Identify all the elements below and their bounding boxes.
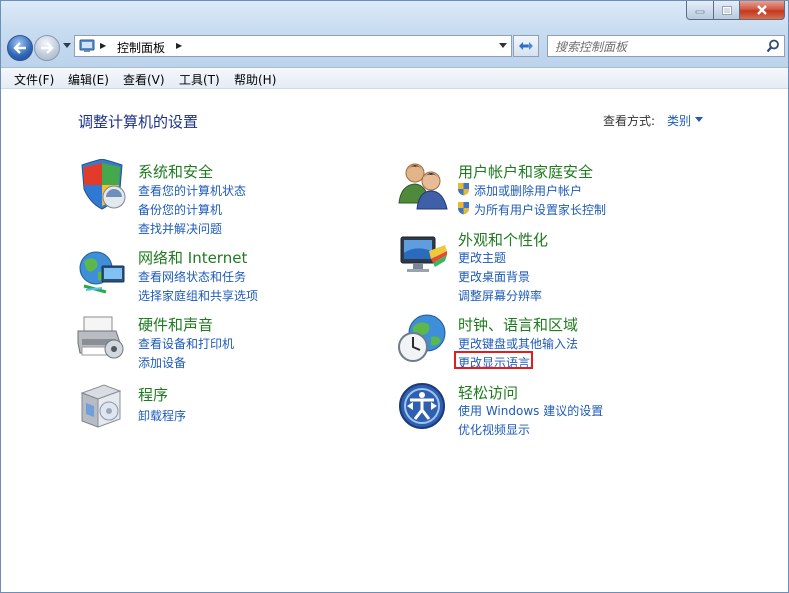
category-title-network-internet[interactable]: 网络和 Internet bbox=[138, 247, 247, 268]
chevron-down-icon[interactable] bbox=[695, 117, 703, 122]
minimize-icon bbox=[695, 10, 705, 14]
search-box[interactable] bbox=[547, 35, 785, 57]
refresh-icon bbox=[519, 42, 533, 50]
network-globe-icon[interactable] bbox=[76, 246, 128, 298]
uac-shield-icon bbox=[458, 183, 469, 196]
link-windows-recommended-settings[interactable]: 使用 Windows 建议的设置 bbox=[458, 402, 603, 419]
highlight-box bbox=[454, 351, 533, 369]
menu-file[interactable]: 文件(F) bbox=[14, 71, 54, 88]
history-dropdown-icon[interactable] bbox=[63, 43, 71, 49]
link-add-remove-users[interactable]: 添加或删除用户帐户 bbox=[474, 182, 582, 199]
link-change-theme[interactable]: 更改主题 bbox=[458, 249, 506, 266]
address-bar[interactable]: ▶ 控制面板 ▶ bbox=[74, 35, 512, 57]
close-icon bbox=[757, 5, 767, 15]
maximize-button[interactable] bbox=[714, 1, 740, 20]
maximize-icon bbox=[721, 5, 732, 15]
search-input[interactable] bbox=[553, 38, 757, 56]
printer-icon[interactable] bbox=[76, 313, 128, 365]
refresh-button[interactable] bbox=[513, 35, 539, 57]
link-view-computer-status[interactable]: 查看您的计算机状态 bbox=[138, 182, 246, 199]
link-add-device[interactable]: 添加设备 bbox=[138, 354, 186, 371]
arrow-left-icon bbox=[13, 42, 26, 54]
chevron-down-icon[interactable] bbox=[499, 43, 507, 48]
caption-buttons bbox=[686, 1, 785, 21]
security-shield-icon[interactable] bbox=[76, 159, 128, 211]
arrow-right-icon bbox=[41, 42, 54, 54]
programs-box-icon[interactable] bbox=[76, 381, 128, 433]
close-button[interactable] bbox=[740, 1, 785, 20]
page-title: 调整计算机的设置 bbox=[78, 113, 199, 131]
view-by-selector[interactable]: 类别 bbox=[667, 112, 691, 129]
category-title-user-accounts[interactable]: 用户帐户和家庭安全 bbox=[458, 161, 593, 182]
category-title-system-security[interactable]: 系统和安全 bbox=[138, 161, 213, 182]
link-uninstall-program[interactable]: 卸载程序 bbox=[138, 407, 186, 424]
category-title-appearance[interactable]: 外观和个性化 bbox=[458, 229, 548, 250]
category-title-clock-language-region[interactable]: 时钟、语言和区域 bbox=[458, 314, 578, 335]
uac-shield-icon bbox=[458, 202, 469, 215]
ease-of-access-icon[interactable] bbox=[397, 381, 449, 433]
menu-tools[interactable]: 工具(T) bbox=[179, 71, 220, 88]
appearance-monitor-icon[interactable] bbox=[397, 229, 449, 281]
link-adjust-resolution[interactable]: 调整屏幕分辨率 bbox=[458, 287, 542, 304]
link-network-status[interactable]: 查看网络状态和任务 bbox=[138, 268, 246, 285]
user-accounts-icon[interactable] bbox=[397, 159, 449, 211]
breadcrumb-separator[interactable]: ▶ bbox=[176, 41, 182, 50]
link-parental-controls[interactable]: 为所有用户设置家长控制 bbox=[474, 201, 606, 218]
control-panel-icon bbox=[79, 39, 95, 52]
forward-button[interactable] bbox=[34, 35, 60, 61]
link-change-desktop-background[interactable]: 更改桌面背景 bbox=[458, 268, 530, 285]
category-title-ease-of-access[interactable]: 轻松访问 bbox=[458, 382, 518, 403]
breadcrumb-control-panel[interactable]: 控制面板 bbox=[117, 39, 165, 56]
menu-view[interactable]: 查看(V) bbox=[123, 71, 165, 88]
category-title-hardware-sound[interactable]: 硬件和声音 bbox=[138, 314, 213, 335]
search-icon[interactable] bbox=[766, 39, 780, 53]
link-change-keyboard-input[interactable]: 更改键盘或其他输入法 bbox=[458, 335, 578, 352]
breadcrumb-separator[interactable]: ▶ bbox=[100, 41, 106, 50]
clock-globe-icon[interactable] bbox=[397, 313, 449, 365]
link-backup-computer[interactable]: 备份您的计算机 bbox=[138, 201, 222, 218]
link-homegroup-sharing[interactable]: 选择家庭组和共享选项 bbox=[138, 287, 258, 304]
link-optimize-visual-display[interactable]: 优化视频显示 bbox=[458, 421, 530, 438]
menu-help[interactable]: 帮助(H) bbox=[234, 71, 276, 88]
menu-edit[interactable]: 编辑(E) bbox=[68, 71, 109, 88]
control-panel-window: ▶ 控制面板 ▶ 文件(F) 编辑(E) 查看(V) 工具(T) 帮助(H) 调… bbox=[0, 0, 789, 593]
category-title-programs[interactable]: 程序 bbox=[138, 384, 168, 405]
minimize-button[interactable] bbox=[686, 1, 714, 20]
window-chrome: ▶ 控制面板 ▶ bbox=[1, 1, 788, 68]
back-button[interactable] bbox=[7, 35, 33, 61]
view-by-label: 查看方式: bbox=[603, 114, 656, 128]
link-devices-printers[interactable]: 查看设备和打印机 bbox=[138, 335, 234, 352]
link-troubleshoot[interactable]: 查找并解决问题 bbox=[138, 220, 222, 237]
menu-bar: 文件(F) 编辑(E) 查看(V) 工具(T) 帮助(H) bbox=[1, 68, 788, 89]
